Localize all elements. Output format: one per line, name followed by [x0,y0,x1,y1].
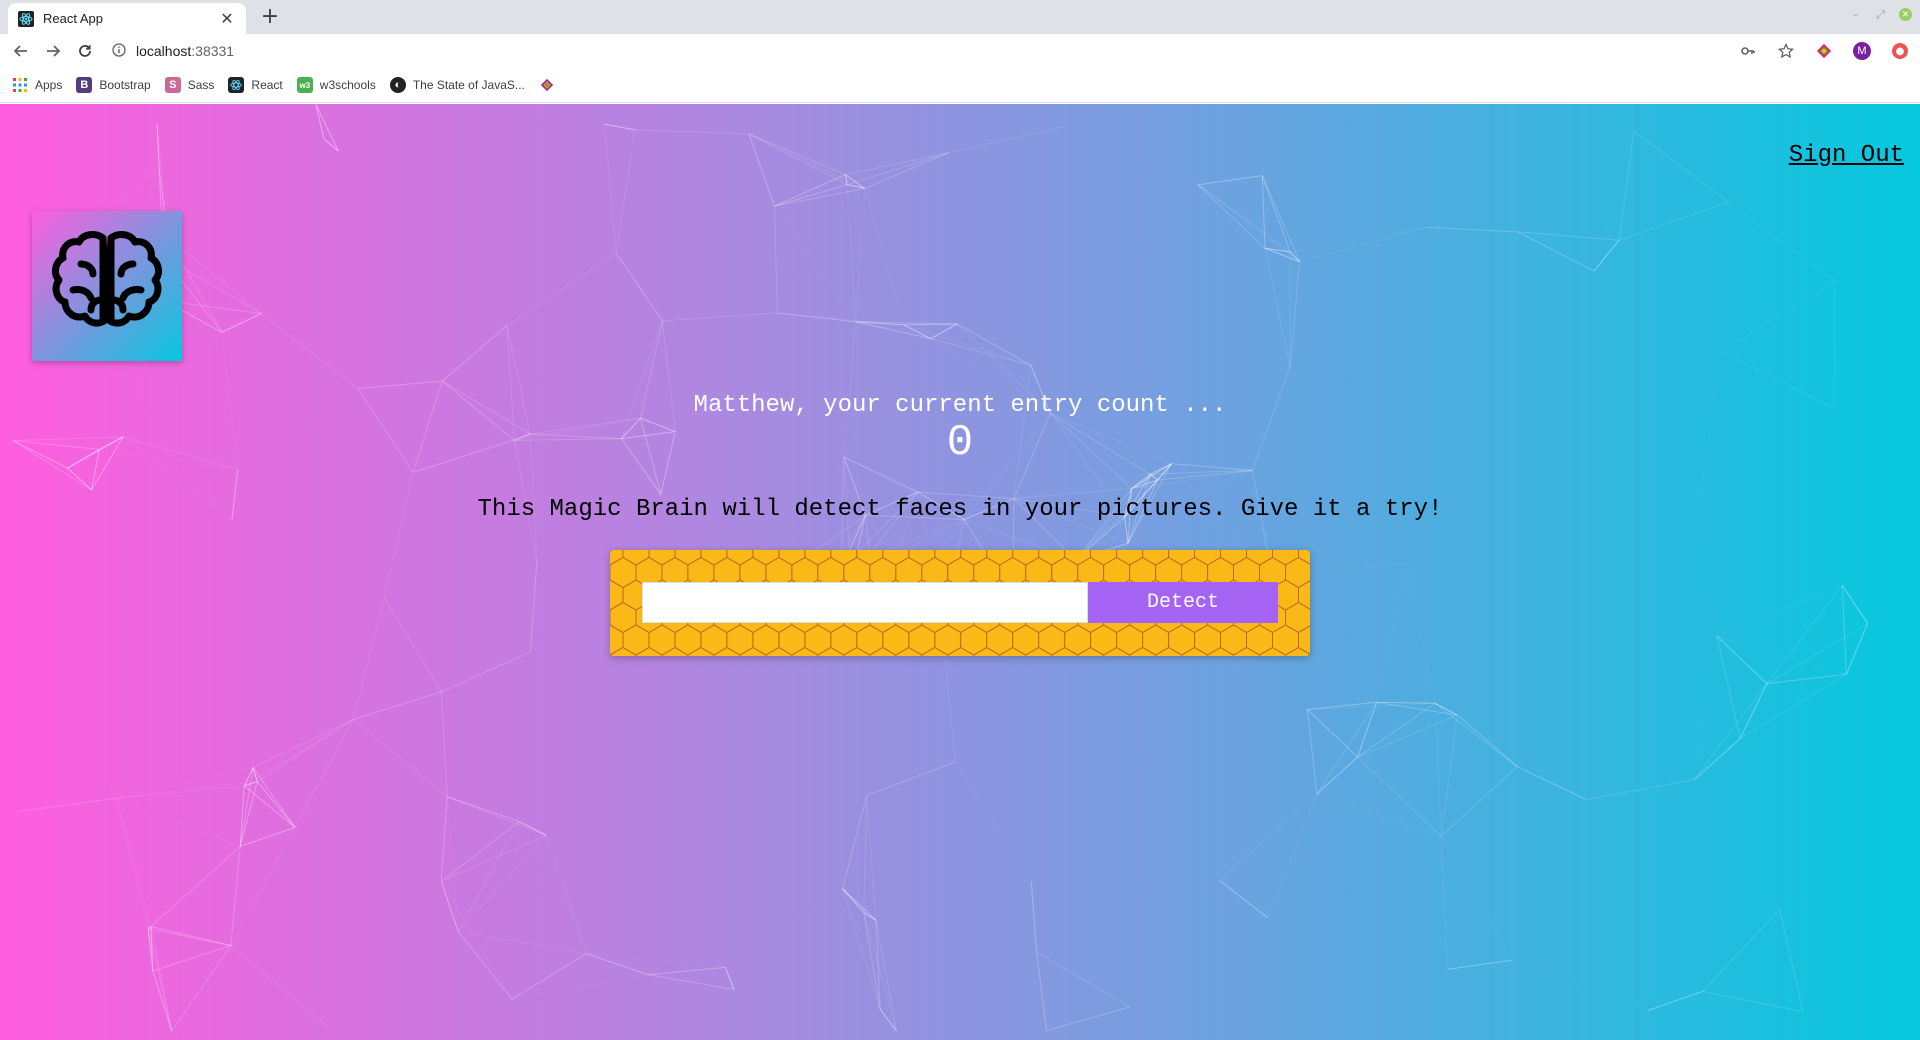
toolbar-actions: M ● [1736,39,1912,63]
profile-avatar[interactable]: M [1850,39,1874,63]
url-port: :38331 [191,43,235,59]
entry-count-message: Matthew, your current entry count ... [693,392,1227,419]
bookmark-react[interactable]: React [228,77,283,93]
bookmark-label: Bootstrap [99,78,151,92]
app-viewport: Sign Out Matthew, your current entry cou… [0,104,1920,1040]
image-link-form: Detect [610,550,1310,656]
extension-red-icon[interactable]: ● [1888,39,1912,63]
browser-tab-bar: React App ✕ + – ⤢ ✕ [0,0,1920,34]
bookmark-sass[interactable]: S Sass [164,77,215,93]
window-controls: – ⤢ ✕ [1849,8,1912,21]
bookmark-star-icon[interactable] [1774,39,1798,63]
url-host: localhost [136,43,192,59]
bookmark-apps[interactable]: Apps [12,77,62,93]
address-bar[interactable]: localhost:38331 [112,38,1732,64]
form-row: Detect [642,582,1278,623]
minimize-window-icon[interactable]: – [1849,8,1862,21]
password-key-icon[interactable] [1736,39,1760,63]
sass-icon: S [164,77,181,93]
intro-text: This Magic Brain will detect faces in yo… [477,496,1443,523]
browser-tab[interactable]: React App ✕ [8,3,246,34]
forward-arrow-icon[interactable] [41,39,65,63]
bookmark-bootstrap[interactable]: B Bootstrap [76,77,151,93]
brain-icon [52,231,162,327]
bootstrap-icon: B [76,77,93,93]
apps-grid-icon [12,77,28,93]
bookmark-colorful[interactable] [539,77,555,93]
react-icon [228,77,245,93]
bookmark-label: Sass [187,78,215,92]
bookmark-label: w3schools [319,78,376,92]
bookmark-label: React [251,78,283,92]
sign-out-link[interactable]: Sign Out [1789,142,1904,169]
state-of-js-icon: ◐ [389,77,406,93]
extension-colorful-icon[interactable] [1812,39,1836,63]
bookmark-state-of-js[interactable]: ◐ The State of JavaS... [389,77,525,93]
url-text: localhost:38331 [136,43,234,59]
reload-icon[interactable] [73,39,97,63]
react-favicon-icon [18,10,34,27]
colorful-extension-icon [539,77,555,93]
back-arrow-icon[interactable] [9,39,33,63]
new-tab-button[interactable]: + [258,5,282,29]
bookmark-label: The State of JavaS... [412,78,525,92]
brain-logo[interactable] [32,211,182,361]
site-info-icon[interactable] [112,42,126,61]
close-window-icon[interactable]: ✕ [1899,8,1912,21]
entry-count-value: 0 [946,418,974,468]
w3schools-icon: w3 [296,77,313,93]
close-tab-icon[interactable]: ✕ [218,9,236,28]
image-url-input[interactable] [642,582,1088,623]
browser-toolbar: localhost:38331 M ● [0,34,1920,68]
detect-button[interactable]: Detect [1088,582,1278,623]
bookmark-label: Apps [35,78,63,92]
extension-red-badge: ● [1892,43,1908,59]
bookmarks-bar: Apps B Bootstrap S Sass React w3 w3schoo… [0,68,1920,103]
tab-title: React App [43,11,103,26]
restore-window-icon[interactable]: ⤢ [1874,8,1887,21]
bookmark-w3schools[interactable]: w3 w3schools [296,77,376,93]
profile-initial: M [1853,42,1871,60]
